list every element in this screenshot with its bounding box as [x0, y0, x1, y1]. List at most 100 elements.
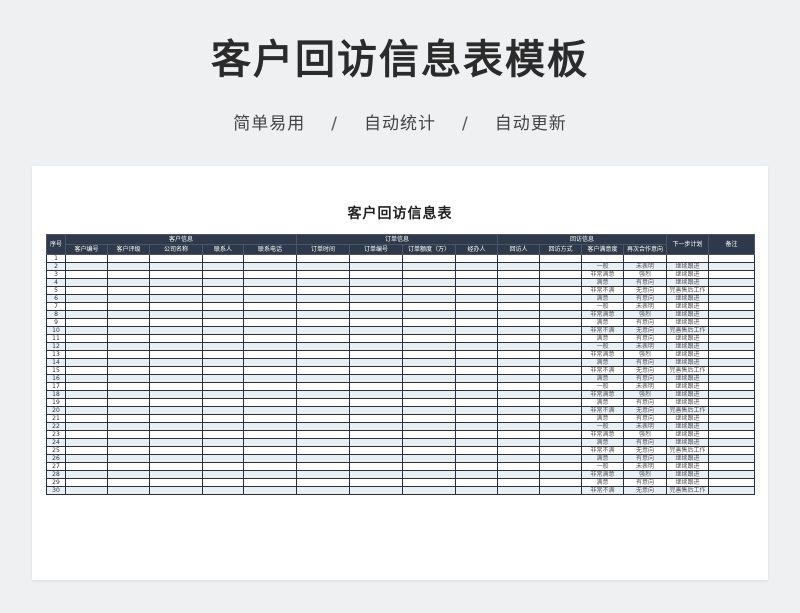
cell-empty — [242, 326, 298, 335]
cell-intent: 无意向 — [623, 326, 668, 335]
header-sub: 经办人 — [455, 244, 499, 255]
cell-satisfaction: 非常满意 — [581, 390, 625, 399]
cell-empty — [296, 342, 351, 351]
cell-empty — [202, 414, 244, 423]
cell-empty — [497, 390, 541, 399]
cell-empty — [402, 342, 457, 351]
cell-remark — [708, 438, 756, 447]
cell-seq: 21 — [46, 414, 66, 423]
cell-seq: 26 — [46, 454, 66, 463]
cell-empty — [149, 486, 203, 495]
cell-remark — [708, 382, 756, 391]
cell-empty — [497, 286, 541, 295]
cell-empty — [107, 486, 150, 495]
cell-empty — [539, 294, 583, 303]
cell-empty — [65, 262, 108, 271]
cell-next-plan: 继续跟进 — [666, 342, 710, 351]
cell-empty — [149, 470, 203, 479]
table-row: 2 一般 未表明 继续跟进 — [46, 262, 756, 271]
cell-intent: 无意向 — [623, 486, 668, 495]
cell-empty — [402, 302, 457, 311]
cell-seq: 15 — [46, 366, 66, 375]
cell-empty — [402, 398, 457, 407]
cell-empty — [349, 398, 404, 407]
cell-satisfaction: 非常不满 — [581, 406, 625, 415]
cell-remark — [708, 486, 756, 495]
cell-empty — [242, 422, 298, 431]
cell-empty — [242, 390, 298, 399]
cell-empty — [497, 454, 541, 463]
cell-empty — [497, 350, 541, 359]
cell-empty — [539, 406, 583, 415]
cell-empty — [455, 366, 499, 375]
cell-empty — [65, 302, 108, 311]
cell-empty — [65, 382, 108, 391]
cell-empty — [149, 278, 203, 287]
cell-empty — [202, 382, 244, 391]
cell-empty — [455, 454, 499, 463]
table-row: 29 满意 有意向 继续跟进 — [46, 478, 756, 487]
cell-empty — [65, 486, 108, 495]
cell-satisfaction: 满意 — [581, 278, 625, 287]
header-sub: 回访方式 — [539, 244, 583, 255]
cell-empty — [497, 294, 541, 303]
cell-empty — [455, 382, 499, 391]
cell-seq: 16 — [46, 374, 66, 383]
cell-empty — [497, 374, 541, 383]
cell-empty — [539, 398, 583, 407]
cell-empty — [242, 406, 298, 415]
cell-empty — [349, 462, 404, 471]
cell-empty — [202, 438, 244, 447]
cell-empty — [65, 278, 108, 287]
cell-seq: 17 — [46, 382, 66, 391]
cell-empty — [402, 286, 457, 295]
cell-empty — [202, 406, 244, 415]
cell-empty — [296, 406, 351, 415]
cell-empty — [202, 350, 244, 359]
cell-remark — [708, 430, 756, 439]
cell-empty — [402, 310, 457, 319]
cell-empty — [455, 294, 499, 303]
cell-empty — [402, 278, 457, 287]
cell-empty — [539, 390, 583, 399]
cell-seq: 25 — [46, 446, 66, 455]
cell-empty — [65, 350, 108, 359]
cell-empty — [202, 478, 244, 487]
cell-empty — [202, 262, 244, 271]
cell-empty — [149, 390, 203, 399]
cell-empty — [149, 350, 203, 359]
cell-seq: 27 — [46, 462, 66, 471]
cell-empty — [497, 302, 541, 311]
cell-intent: 强烈 — [623, 430, 668, 439]
cell-empty — [296, 486, 351, 495]
cell-empty — [107, 454, 150, 463]
cell-empty — [497, 358, 541, 367]
cell-empty — [539, 422, 583, 431]
cell-remark — [708, 374, 756, 383]
cell-empty — [539, 374, 583, 383]
cell-empty — [402, 422, 457, 431]
cell-remark — [708, 326, 756, 335]
cell-empty — [107, 334, 150, 343]
cell-empty — [455, 470, 499, 479]
cell-empty — [107, 342, 150, 351]
cell-empty — [539, 438, 583, 447]
table-row: 17 一般 未表明 继续跟进 — [46, 382, 756, 391]
header-remark: 备注 — [708, 234, 756, 255]
cell-empty — [296, 286, 351, 295]
cell-remark — [708, 398, 756, 407]
cell-intent: 无意向 — [623, 286, 668, 295]
cell-empty — [455, 334, 499, 343]
cell-empty — [202, 310, 244, 319]
cell-empty — [296, 262, 351, 271]
header-sub: 联系电话 — [242, 244, 298, 255]
cell-intent: 有意向 — [623, 318, 668, 327]
cell-empty — [455, 438, 499, 447]
cell-remark — [708, 454, 756, 463]
header-sub: 客户编号 — [65, 244, 108, 255]
cell-empty — [65, 478, 108, 487]
cell-empty — [497, 470, 541, 479]
cell-empty — [539, 358, 583, 367]
cell-empty — [107, 294, 150, 303]
cell-next-plan: 继续跟进 — [666, 270, 710, 279]
